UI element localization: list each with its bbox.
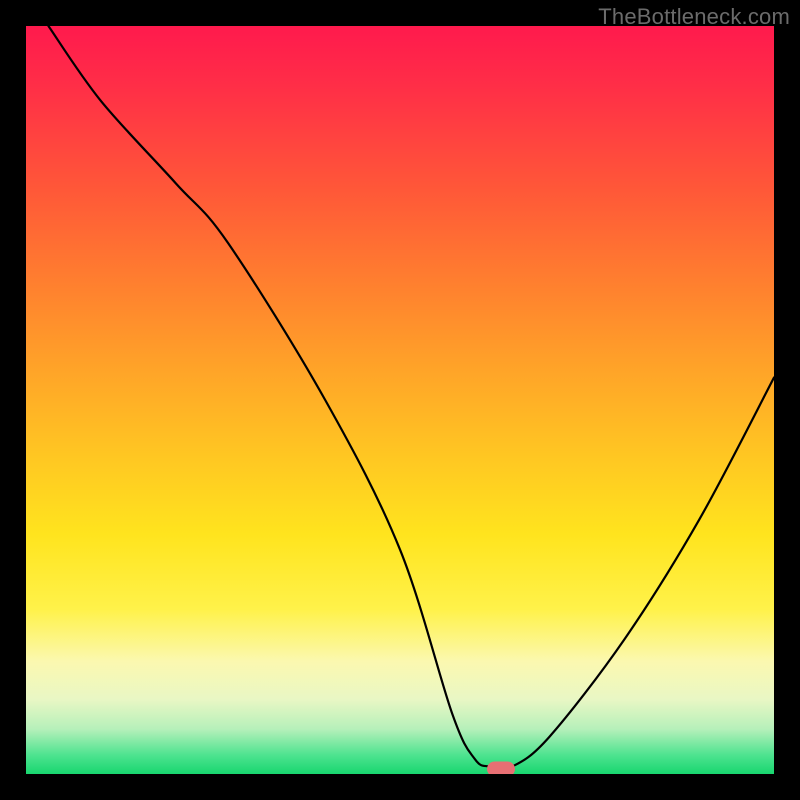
- chart-frame: TheBottleneck.com: [0, 0, 800, 800]
- curve-svg: [26, 26, 774, 774]
- watermark-text: TheBottleneck.com: [598, 4, 790, 30]
- bottleneck-curve-line: [48, 26, 774, 769]
- optimal-point-marker: [487, 761, 515, 774]
- plot-area: [26, 26, 774, 774]
